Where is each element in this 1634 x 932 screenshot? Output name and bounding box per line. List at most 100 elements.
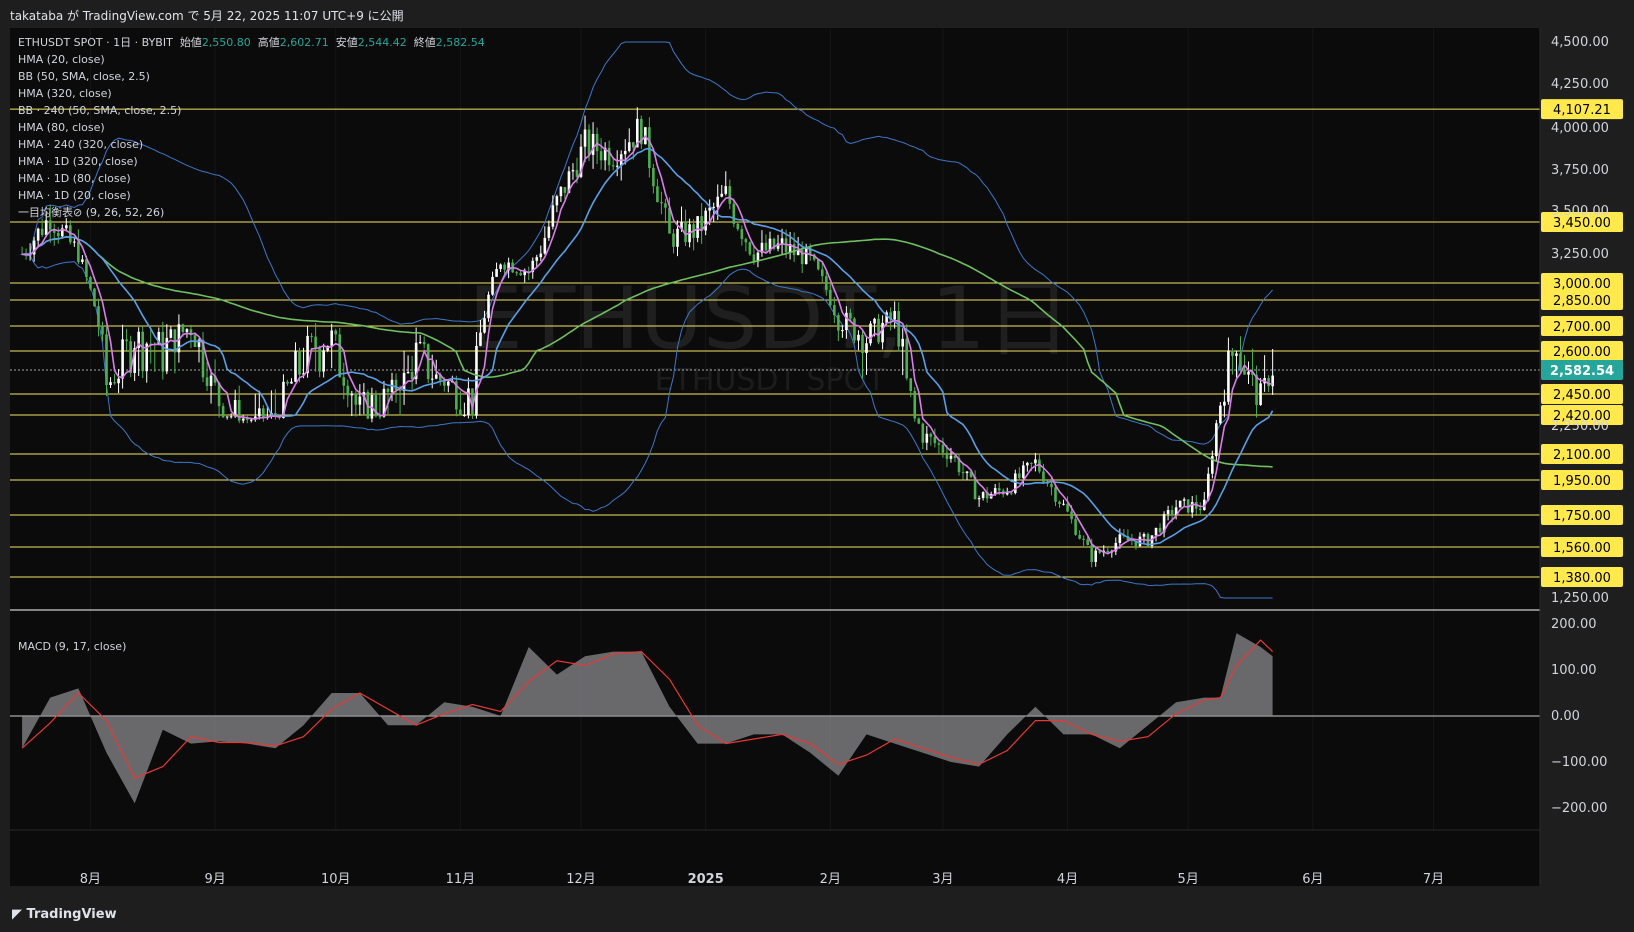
candle-body[interactable] [249, 419, 253, 421]
candle-body[interactable] [426, 344, 430, 380]
candle-body[interactable] [44, 220, 48, 235]
candle-body[interactable] [1070, 511, 1073, 520]
candle-body[interactable] [764, 242, 768, 251]
candle-body[interactable] [732, 203, 736, 224]
candle-body[interactable] [672, 233, 675, 247]
candle-body[interactable] [406, 372, 410, 374]
candle-body[interactable] [1239, 353, 1242, 370]
candle-body[interactable] [921, 423, 925, 443]
candle-body[interactable] [909, 378, 913, 391]
candle-body[interactable] [1106, 550, 1110, 553]
candle-body[interactable] [780, 238, 784, 244]
candle-body[interactable] [463, 415, 466, 417]
candle-body[interactable] [736, 223, 740, 230]
candle-body[interactable] [716, 196, 720, 207]
candle-body[interactable] [623, 150, 627, 155]
candle-body[interactable] [314, 336, 317, 349]
indicator-hma20[interactable]: HMA (20, close) [18, 51, 485, 68]
indicator-ichimoku[interactable]: 一目均衡表⊘ (9, 26, 52, 26) [18, 204, 485, 221]
candle-body[interactable] [1255, 374, 1258, 406]
candle-body[interactable] [720, 193, 724, 197]
candle-body[interactable] [1142, 534, 1146, 537]
candle-body[interactable] [656, 186, 659, 203]
candle-body[interactable] [1094, 550, 1098, 562]
indicator-bb-240[interactable]: BB · 240 (50, SMA, close, 2.5) [18, 102, 485, 119]
candle-body[interactable] [125, 339, 128, 342]
candle-body[interactable] [487, 294, 490, 319]
candle-body[interactable] [1166, 510, 1170, 515]
candle-body[interactable] [346, 385, 350, 396]
candle-body[interactable] [77, 241, 80, 262]
candle-body[interactable] [350, 393, 354, 396]
candle-body[interactable] [865, 343, 868, 354]
candle-body[interactable] [539, 253, 543, 258]
candle-body[interactable] [161, 331, 165, 372]
candle-body[interactable] [724, 186, 728, 194]
candle-body[interactable] [422, 342, 426, 345]
candle-body[interactable] [997, 488, 1001, 491]
candle-body[interactable] [897, 311, 900, 347]
candle-body[interactable] [386, 388, 390, 393]
candle-body[interactable] [394, 379, 398, 390]
candle-body[interactable] [1009, 492, 1013, 494]
candle-body[interactable] [575, 170, 579, 177]
candle-body[interactable] [89, 277, 92, 289]
candle-body[interactable] [64, 225, 68, 229]
candle-body[interactable] [1058, 501, 1061, 505]
candle-body[interactable] [479, 332, 482, 346]
candle-body[interactable] [829, 289, 832, 306]
candle-body[interactable] [209, 375, 213, 386]
candle-body[interactable] [434, 374, 438, 379]
candle-body[interactable] [949, 455, 953, 459]
candle-body[interactable] [857, 334, 860, 341]
candle-body[interactable] [1182, 499, 1186, 501]
candle-body[interactable] [853, 318, 856, 341]
candle-body[interactable] [225, 416, 229, 418]
candle-body[interactable] [398, 389, 402, 391]
candle-body[interactable] [704, 210, 707, 231]
candle-body[interactable] [1042, 471, 1045, 482]
candle-body[interactable] [262, 408, 265, 419]
candle-body[interactable] [402, 372, 406, 391]
candle-body[interactable] [740, 229, 744, 240]
candle-body[interactable] [1034, 459, 1037, 464]
indicator-hma-1d-20[interactable]: HMA · 1D (20, close) [18, 187, 485, 204]
tradingview-logo[interactable]: ◤ TradingView [12, 907, 117, 922]
candle-body[interactable] [499, 264, 502, 269]
candle-body[interactable] [290, 381, 293, 384]
candle-body[interactable] [447, 381, 450, 386]
candle-body[interactable] [676, 228, 679, 247]
candle-body[interactable] [627, 142, 631, 151]
candle-body[interactable] [483, 318, 486, 333]
candle-body[interactable] [929, 433, 933, 437]
candle-body[interactable] [298, 350, 301, 375]
candle-body[interactable] [1219, 405, 1222, 424]
candle-body[interactable] [917, 418, 921, 424]
candle-body[interactable] [833, 305, 836, 316]
candle-body[interactable] [101, 325, 104, 335]
symbol-ohlc-row[interactable]: ETHUSDT SPOT · 1日 · BYBIT 始値2,550.80 高値2… [18, 34, 485, 51]
candle-body[interactable] [841, 330, 844, 332]
candle-body[interactable] [941, 444, 945, 453]
candle-body[interactable] [1190, 501, 1194, 513]
candle-body[interactable] [615, 165, 619, 167]
candle-body[interactable] [869, 323, 872, 344]
candle-body[interactable] [535, 257, 539, 261]
candle-body[interactable] [338, 334, 342, 378]
candle-body[interactable] [901, 338, 904, 347]
candle-body[interactable] [945, 452, 949, 459]
candle-body[interactable] [205, 377, 209, 386]
candle-body[interactable] [410, 372, 414, 380]
candle-body[interactable] [696, 216, 699, 238]
candle-body[interactable] [258, 408, 261, 417]
candle-body[interactable] [97, 306, 100, 326]
candle-body[interactable] [322, 350, 325, 372]
candle-body[interactable] [1158, 527, 1162, 533]
candle-body[interactable] [241, 418, 245, 421]
candle-body[interactable] [334, 330, 338, 335]
candle-body[interactable] [245, 418, 249, 420]
candle-body[interactable] [905, 338, 909, 379]
candle-body[interactable] [559, 187, 563, 197]
candle-body[interactable] [1026, 462, 1029, 466]
candle-body[interactable] [824, 276, 828, 290]
